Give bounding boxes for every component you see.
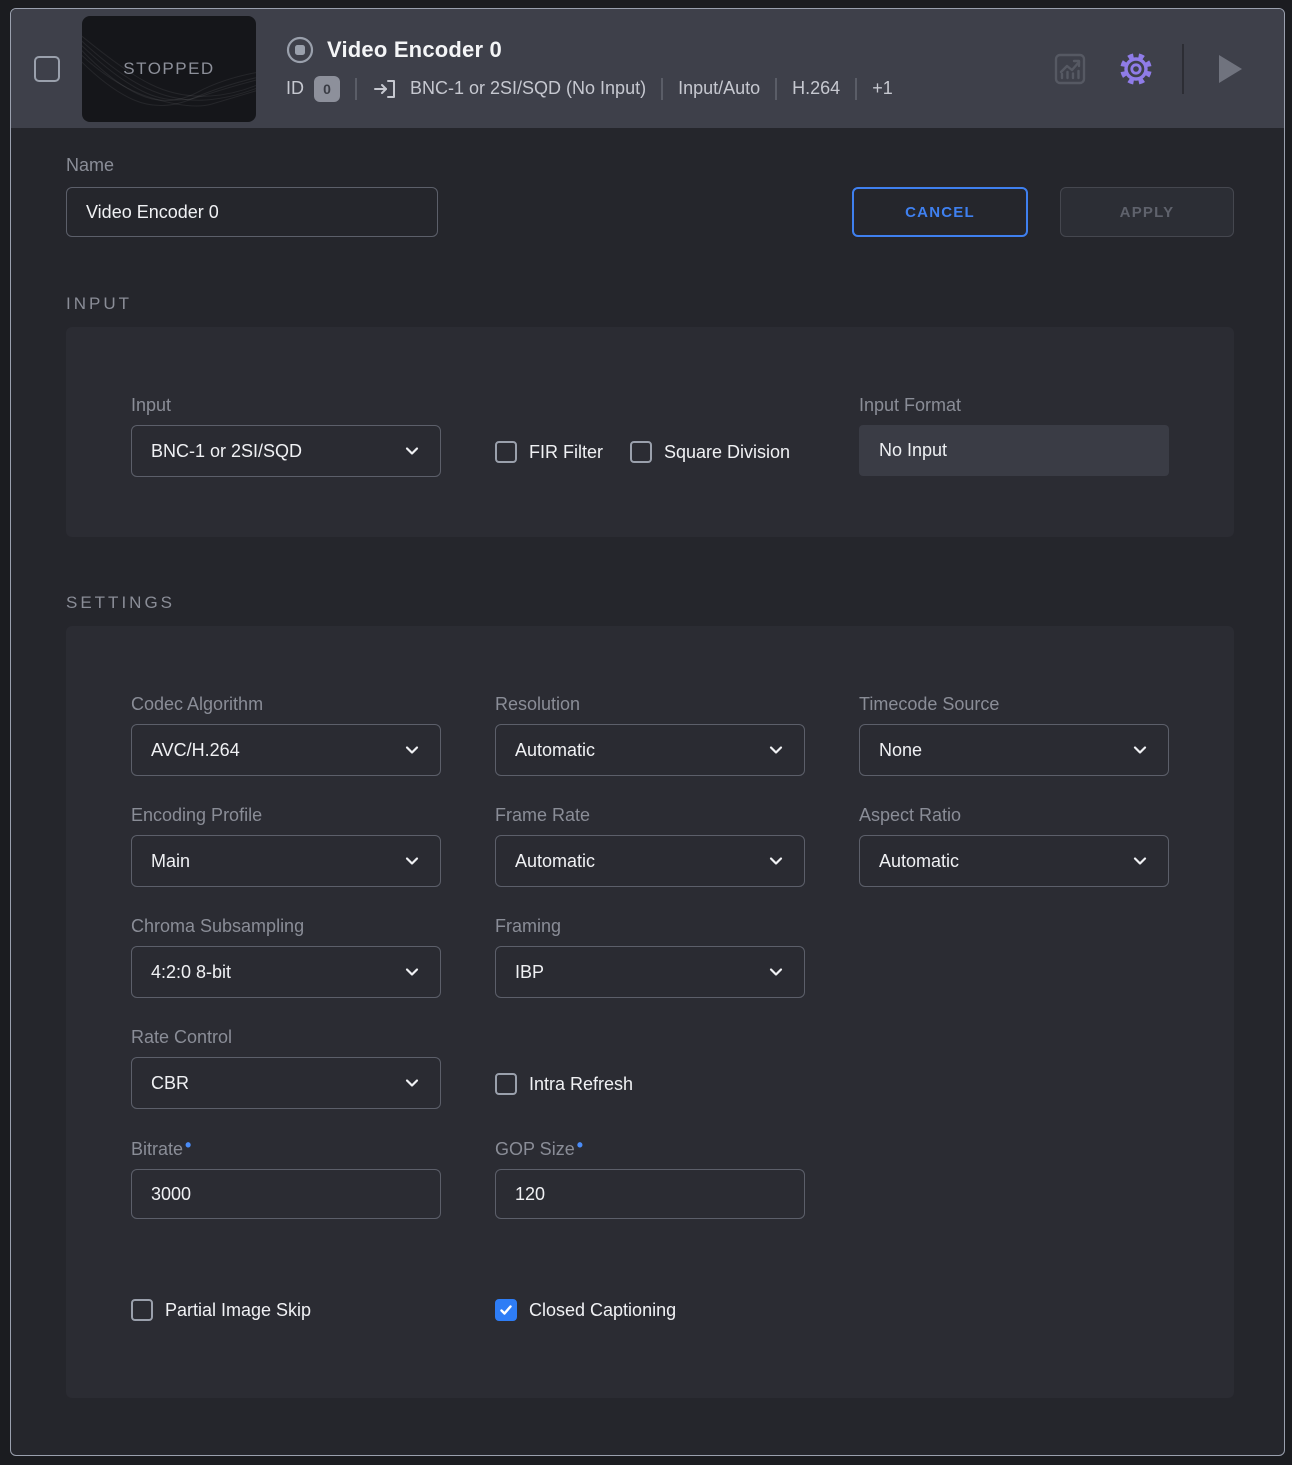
resolution-value: Automatic: [515, 740, 767, 761]
gop-size-input[interactable]: [495, 1169, 805, 1219]
cancel-button[interactable]: CANCEL: [852, 187, 1028, 237]
required-marker: •: [185, 1135, 191, 1155]
meta-codec: H.264: [792, 78, 840, 99]
frame-rate-value: Automatic: [515, 851, 767, 872]
statistics-button[interactable]: [1050, 49, 1090, 89]
square-division-checkbox-box: [630, 441, 652, 463]
chevron-down-icon: [403, 852, 421, 870]
chevron-down-icon: [403, 963, 421, 981]
intra-refresh-label: Intra Refresh: [529, 1074, 633, 1095]
bitrate-input[interactable]: [131, 1169, 441, 1219]
framing-label: Framing: [495, 916, 805, 937]
play-icon: [1215, 52, 1245, 86]
encoding-profile-label: Encoding Profile: [131, 805, 441, 826]
rate-control-select[interactable]: CBR: [131, 1057, 441, 1109]
breadcrumb: ID 0 BNC-1 or 2SI/SQD (No Input) Input/A…: [286, 76, 893, 102]
divider: [661, 78, 663, 100]
input-format-label: Input Format: [859, 395, 1169, 416]
chroma-subsampling-select[interactable]: 4:2:0 8-bit: [131, 946, 441, 998]
aspect-ratio-value: Automatic: [879, 851, 1131, 872]
gear-icon: [1116, 49, 1156, 89]
chroma-subsampling-label: Chroma Subsampling: [131, 916, 441, 937]
partial-image-skip-checkbox[interactable]: Partial Image Skip: [131, 1297, 441, 1323]
frame-rate-select[interactable]: Automatic: [495, 835, 805, 887]
required-marker: •: [577, 1135, 583, 1155]
chevron-down-icon: [1131, 741, 1149, 759]
chevron-down-icon: [403, 741, 421, 759]
id-badge: 0: [314, 76, 340, 102]
page-title: Video Encoder 0: [327, 37, 502, 63]
divider: [855, 78, 857, 100]
fir-filter-label: FIR Filter: [529, 442, 603, 463]
divider: [355, 78, 357, 100]
codec-algorithm-select[interactable]: AVC/H.264: [131, 724, 441, 776]
chart-icon: [1051, 50, 1089, 88]
encoding-profile-value: Main: [151, 851, 403, 872]
square-division-label: Square Division: [664, 442, 790, 463]
aspect-ratio-label: Aspect Ratio: [859, 805, 1169, 826]
settings-panel: Codec Algorithm AVC/H.264 Resolution Aut…: [66, 626, 1234, 1398]
input-section-title: INPUT: [66, 294, 1284, 314]
chevron-down-icon: [767, 963, 785, 981]
framing-value: IBP: [515, 962, 767, 983]
chevron-down-icon: [403, 442, 421, 460]
closed-captioning-checkbox[interactable]: Closed Captioning: [495, 1297, 805, 1323]
settings-button[interactable]: [1116, 49, 1156, 89]
status-badge: STOPPED: [123, 59, 214, 79]
chevron-down-icon: [767, 741, 785, 759]
resolution-label: Resolution: [495, 694, 805, 715]
aspect-ratio-select[interactable]: Automatic: [859, 835, 1169, 887]
input-panel: Input BNC-1 or 2SI/SQD: [66, 327, 1234, 537]
intra-refresh-checkbox-box: [495, 1073, 517, 1095]
intra-refresh-checkbox[interactable]: Intra Refresh: [495, 1058, 805, 1110]
divider: [775, 78, 777, 100]
preview-thumbnail: STOPPED: [82, 16, 256, 122]
bitrate-label: Bitrate•: [131, 1139, 441, 1160]
closed-captioning-checkbox-box: [495, 1299, 517, 1321]
meta-more-count: +1: [872, 78, 893, 99]
id-label: ID: [286, 78, 304, 99]
closed-captioning-label: Closed Captioning: [529, 1300, 676, 1321]
chevron-down-icon: [403, 1074, 421, 1092]
select-checkbox[interactable]: [34, 56, 60, 82]
input-select[interactable]: BNC-1 or 2SI/SQD: [131, 425, 441, 477]
gop-size-label: GOP Size•: [495, 1139, 805, 1160]
divider: [1182, 44, 1184, 94]
timecode-source-select[interactable]: None: [859, 724, 1169, 776]
input-select-value: BNC-1 or 2SI/SQD: [151, 441, 403, 462]
codec-algorithm-value: AVC/H.264: [151, 740, 403, 761]
chevron-down-icon: [767, 852, 785, 870]
square-division-checkbox[interactable]: Square Division: [630, 426, 790, 478]
chevron-down-icon: [1131, 852, 1149, 870]
apply-button[interactable]: APPLY: [1060, 187, 1234, 237]
frame-rate-label: Frame Rate: [495, 805, 805, 826]
fir-filter-checkbox[interactable]: FIR Filter: [495, 426, 603, 478]
stopped-state-icon: [286, 36, 314, 64]
meta-input-mode: Input/Auto: [678, 78, 760, 99]
encoder-card: STOPPED Video Encoder 0 ID 0: [10, 8, 1285, 1456]
settings-section-title: SETTINGS: [66, 593, 1284, 613]
input-label: Input: [131, 395, 441, 416]
rate-control-label: Rate Control: [131, 1027, 441, 1048]
chroma-subsampling-value: 4:2:0 8-bit: [151, 962, 403, 983]
partial-image-skip-label: Partial Image Skip: [165, 1300, 311, 1321]
name-input[interactable]: [66, 187, 438, 237]
input-source-icon: [372, 76, 398, 102]
codec-algorithm-label: Codec Algorithm: [131, 694, 441, 715]
encoding-profile-select[interactable]: Main: [131, 835, 441, 887]
start-button[interactable]: [1210, 49, 1250, 89]
meta-input-source: BNC-1 or 2SI/SQD (No Input): [410, 78, 646, 99]
timecode-source-label: Timecode Source: [859, 694, 1169, 715]
resolution-select[interactable]: Automatic: [495, 724, 805, 776]
input-format-value: No Input: [859, 425, 1169, 476]
rate-control-value: CBR: [151, 1073, 403, 1094]
framing-select[interactable]: IBP: [495, 946, 805, 998]
fir-filter-checkbox-box: [495, 441, 517, 463]
partial-image-skip-checkbox-box: [131, 1299, 153, 1321]
timecode-source-value: None: [879, 740, 1131, 761]
check-icon: [499, 1303, 513, 1317]
encoder-header: STOPPED Video Encoder 0 ID 0: [11, 9, 1284, 128]
name-label: Name: [66, 155, 438, 176]
